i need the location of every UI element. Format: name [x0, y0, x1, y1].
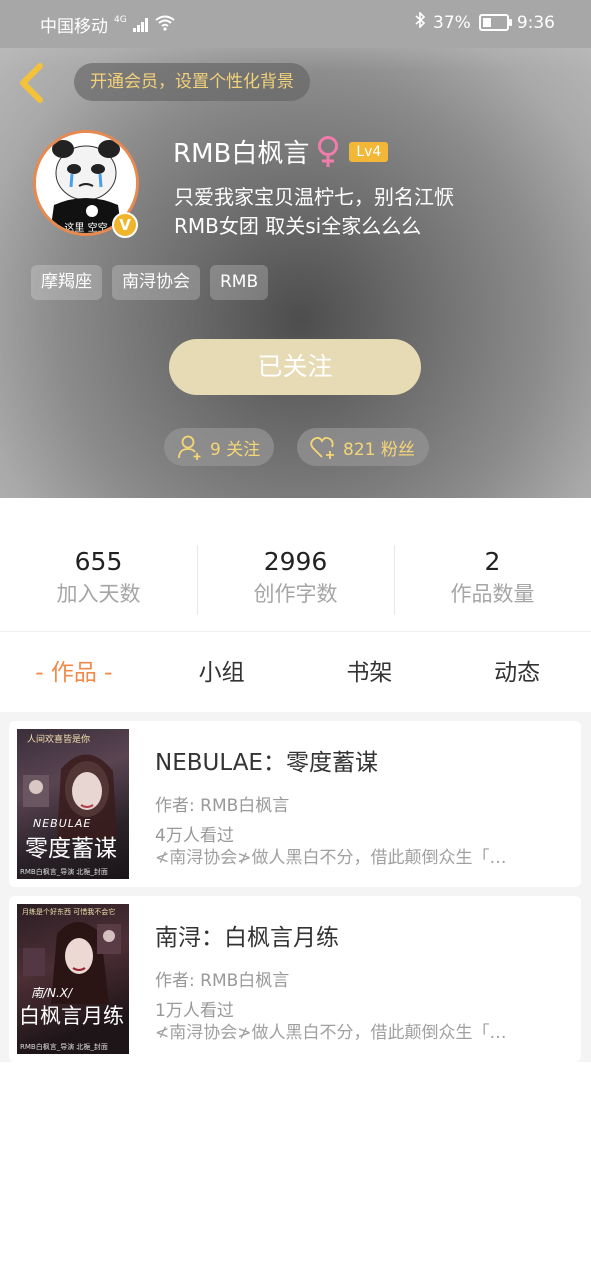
followers-count: 821 粉丝 [343, 439, 415, 460]
stat-value: 655 [74, 547, 123, 576]
battery-icon [478, 14, 512, 31]
stat-work-count: 2 作品数量 [394, 545, 591, 615]
user-add-icon [178, 435, 201, 460]
tag-item[interactable]: 南浔协会 [112, 265, 200, 300]
work-cover[interactable]: 人间欢喜皆是你 NEBULAE 零度蓄谋 RMB白枫言_导演 北梔_封面 [17, 729, 129, 879]
battery-percent: 37% [433, 12, 471, 33]
tab-bar: - 作品 - 小组 书架 动态 [0, 650, 591, 696]
work-title[interactable]: NEBULAE：零度蓄谋 [155, 743, 378, 777]
work-author: 作者: RMB白枫言 [155, 796, 290, 816]
tag-item[interactable]: 摩羯座 [31, 265, 102, 300]
work-title[interactable]: 南浔：白枫言月练 [155, 918, 339, 952]
following-button[interactable]: 9 关注 [164, 428, 275, 466]
tag-list: 摩羯座 南浔协会 RMB [31, 265, 269, 300]
stat-label: 加入天数 [56, 582, 141, 606]
profile-header: 中国移动 4G 37% 9:36 开通会员，设置个性化背景 这里 空空 V RM… [0, 0, 591, 498]
profile-stats: 655 加入天数 2996 创作字数 2 作品数量 [0, 545, 591, 615]
cover-bottom-text: RMB白枫言_导演 北梔_封面 [20, 1043, 108, 1051]
cover-en-text: 南/N.X/ [31, 986, 73, 1000]
work-card[interactable]: 月练是个好东西 可惜我不会它 南/N.X/ 白枫言月练 RMB白枫言_导演 北梔… [9, 896, 581, 1062]
cover-art [23, 922, 121, 1004]
back-button[interactable] [14, 60, 50, 106]
stat-join-days: 655 加入天数 [0, 545, 197, 615]
stat-word-count: 2996 创作字数 [197, 545, 394, 615]
vip-banner-button[interactable]: 开通会员，设置个性化背景 [74, 63, 310, 101]
status-bar: 中国移动 4G 37% 9:36 [0, 0, 591, 48]
bio-line-1: 只爱我家宝贝温柠七，别名江恹 [174, 185, 454, 209]
tag-item[interactable]: RMB [210, 265, 269, 300]
cover-top-text: 月练是个好东西 可惜我不会它 [22, 908, 116, 916]
work-author: 作者: RMB白枫言 [155, 971, 290, 991]
bio-line-2: RMB女团 取关si全家么么么 [174, 214, 422, 238]
work-description: ≮南浔协会≯做人黑白不分，借此颠倒众生「… [155, 1023, 507, 1043]
stat-label: 创作字数 [253, 582, 338, 606]
tab-groups[interactable]: 小组 [148, 650, 296, 696]
work-card[interactable]: 人间欢喜皆是你 NEBULAE 零度蓄谋 RMB白枫言_导演 北梔_封面 NEB… [9, 721, 581, 887]
username: RMB白枫言 [173, 139, 310, 169]
stat-label: 作品数量 [450, 582, 535, 606]
network-type: 4G [114, 14, 127, 25]
heart-add-icon [310, 436, 334, 459]
cover-bottom-text: RMB白枫言_导演 北梔_封面 [20, 868, 108, 876]
bio: 只爱我家宝贝温柠七，别名江恹 RMB女团 取关si全家么么么 [174, 183, 454, 241]
cover-title-text: 白枫言月练 [19, 1004, 124, 1028]
work-description: ≮南浔协会≯做人黑白不分，借此颠倒众生「… [155, 848, 507, 868]
verified-badge-icon: V [112, 212, 138, 238]
tab-activity[interactable]: 动态 [443, 650, 591, 696]
wifi-icon [155, 15, 175, 35]
female-gender-icon [318, 135, 339, 167]
cover-top-text: 人间欢喜皆是你 [27, 735, 91, 745]
level-badge: Lv4 [349, 141, 389, 162]
divider [0, 631, 591, 632]
followers-button[interactable]: 821 粉丝 [297, 428, 429, 466]
clock: 9:36 [516, 12, 555, 33]
bluetooth-icon [415, 11, 426, 33]
work-cover[interactable]: 月练是个好东西 可惜我不会它 南/N.X/ 白枫言月练 RMB白枫言_导演 北梔… [17, 904, 129, 1054]
stat-value: 2996 [263, 547, 328, 576]
following-count: 9 关注 [210, 439, 261, 460]
cover-title-text: 零度蓄谋 [25, 836, 117, 862]
tab-bookshelf[interactable]: 书架 [296, 650, 444, 696]
stat-value: 2 [484, 547, 501, 576]
follow-button[interactable]: 已关注 [169, 339, 421, 395]
tab-works[interactable]: - 作品 - [0, 650, 148, 696]
signal-icon [132, 17, 149, 32]
carrier-label: 中国移动 [40, 17, 108, 37]
works-list: 人间欢喜皆是你 NEBULAE 零度蓄谋 RMB白枫言_导演 北梔_封面 NEB… [0, 712, 591, 1062]
